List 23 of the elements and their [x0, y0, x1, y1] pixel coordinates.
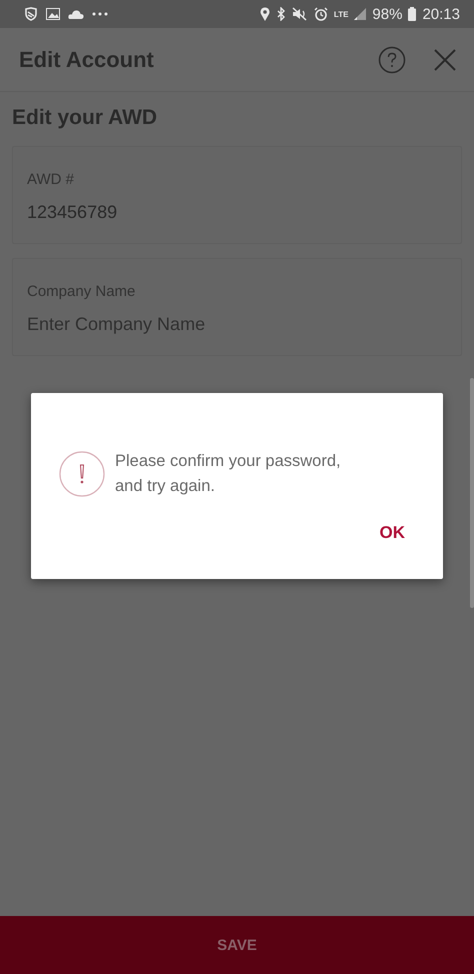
cloud-icon — [68, 9, 84, 19]
shield-icon — [24, 7, 38, 21]
network-type: LTE — [334, 10, 348, 18]
location-icon — [260, 7, 270, 21]
more-icon — [92, 12, 108, 16]
mute-icon — [292, 7, 308, 21]
bluetooth-icon — [276, 7, 286, 21]
ok-button[interactable]: OK — [370, 519, 415, 547]
alarm-icon — [314, 7, 328, 21]
help-icon[interactable] — [378, 46, 406, 74]
close-icon[interactable] — [434, 48, 456, 70]
scrollbar[interactable] — [470, 378, 474, 608]
input-field[interactable]: 123456789 — [27, 202, 447, 223]
battery-percent: 98% — [372, 6, 402, 22]
battery-icon — [408, 7, 416, 21]
page-title: Edit Account — [19, 46, 154, 72]
section-title: Edit your AWD — [12, 106, 158, 130]
signal-icon — [354, 8, 366, 20]
dialog-message: Please confirm your password, and try again. — [115, 451, 342, 497]
save-button[interactable]: SAVE — [0, 916, 474, 974]
clock: 20:13 — [422, 6, 460, 22]
warning-icon — [59, 451, 105, 497]
image-icon — [46, 8, 60, 20]
